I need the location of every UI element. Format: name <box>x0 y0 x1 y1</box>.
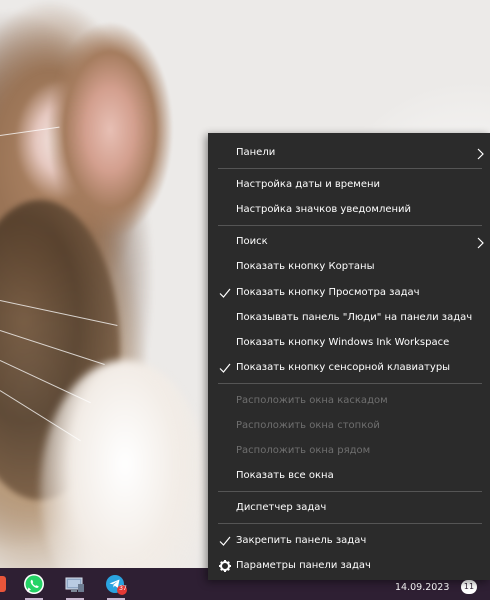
menu-item-label: Показать кнопку Windows Ink Workspace <box>236 337 450 348</box>
menu-item-label: Поиск <box>236 236 268 247</box>
menu-item-show-touch-keyboard[interactable]: Показать кнопку сенсорной клавиатуры <box>208 356 490 380</box>
menu-item-label: Показать кнопку Просмотра задач <box>236 287 420 298</box>
taskbar-context-menu: Панели Настройка даты и времени Настройк… <box>208 133 490 580</box>
computer-icon[interactable] <box>63 572 87 596</box>
menu-item-show-people[interactable]: Показывать панель "Люди" на панели задач <box>208 306 490 330</box>
menu-item-label: Расположить окна рядом <box>236 445 371 456</box>
menu-separator <box>218 383 482 384</box>
menu-item-label: Закрепить панель задач <box>236 535 367 546</box>
menu-separator <box>218 168 482 169</box>
whatsapp-icon[interactable] <box>22 572 46 596</box>
menu-item-label: Показать все окна <box>236 470 334 481</box>
menu-item-show-ink-workspace[interactable]: Показать кнопку Windows Ink Workspace <box>208 331 490 355</box>
menu-item-cascade-windows: Расположить окна каскадом <box>208 389 490 413</box>
menu-item-search[interactable]: Поиск <box>208 230 490 254</box>
menu-item-show-cortana[interactable]: Показать кнопку Кортаны <box>208 255 490 279</box>
menu-item-date-time-settings[interactable]: Настройка даты и времени <box>208 173 490 197</box>
tray-date[interactable]: 14.09.2023 <box>395 582 449 593</box>
menu-item-lock-taskbar[interactable]: Закрепить панель задач <box>208 529 490 553</box>
app-icon-partial[interactable] <box>0 572 8 596</box>
telegram-badge: 37 <box>119 585 127 592</box>
menu-item-task-manager[interactable]: Диспетчер задач <box>208 496 490 520</box>
menu-separator <box>218 491 482 492</box>
gear-icon <box>218 558 232 572</box>
chevron-right-icon <box>476 146 486 160</box>
menu-item-label: Настройка даты и времени <box>236 179 381 190</box>
checkmark-icon <box>218 533 232 547</box>
chevron-right-icon <box>476 235 486 249</box>
menu-item-label: Панели <box>236 147 276 158</box>
telegram-icon[interactable]: 37 <box>104 572 128 596</box>
menu-item-side-by-side: Расположить окна рядом <box>208 439 490 463</box>
menu-item-label: Расположить окна каскадом <box>236 395 388 406</box>
menu-item-show-task-view[interactable]: Показать кнопку Просмотра задач <box>208 281 490 305</box>
menu-item-label: Показывать панель "Люди" на панели задач <box>236 312 473 323</box>
menu-item-label: Параметры панели задач <box>236 560 371 571</box>
menu-item-notification-icons[interactable]: Настройка значков уведомлений <box>208 198 490 222</box>
menu-separator <box>218 225 482 226</box>
menu-separator <box>218 523 482 524</box>
menu-item-label: Настройка значков уведомлений <box>236 204 412 215</box>
menu-item-taskbar-settings[interactable]: Параметры панели задач <box>208 554 490 578</box>
checkmark-icon <box>218 360 232 374</box>
notification-center-badge[interactable]: 11 <box>461 580 477 594</box>
checkmark-icon <box>218 285 232 299</box>
menu-item-show-desktop[interactable]: Показать все окна <box>208 464 490 488</box>
menu-item-label: Показать кнопку сенсорной клавиатуры <box>236 362 451 373</box>
menu-item-label: Диспетчер задач <box>236 502 327 513</box>
menu-item-toolbars[interactable]: Панели <box>208 141 490 165</box>
menu-item-label: Показать кнопку Кортаны <box>236 261 375 272</box>
menu-item-stack-windows: Расположить окна стопкой <box>208 414 490 438</box>
menu-item-label: Расположить окна стопкой <box>236 420 380 431</box>
